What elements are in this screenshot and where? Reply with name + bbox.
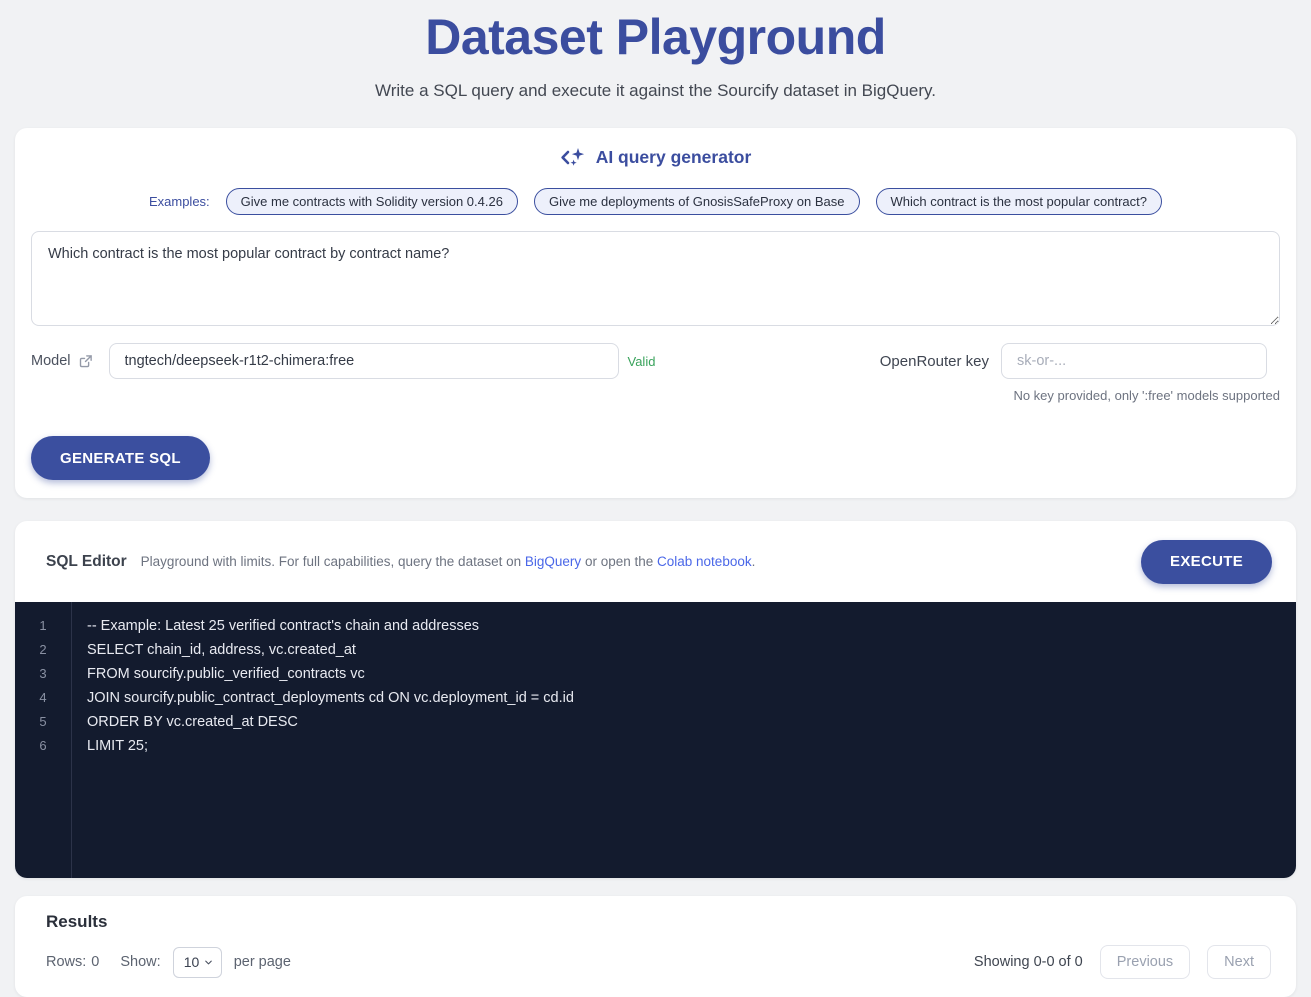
model-label: Model	[31, 353, 71, 369]
page-size-value: 10	[184, 954, 200, 970]
openrouter-key-label: OpenRouter key	[880, 353, 989, 370]
generator-header: AI query generator	[31, 147, 1280, 168]
code-lines: -- Example: Latest 25 verified contract'…	[72, 602, 574, 878]
line-number: 4	[15, 686, 71, 710]
per-page-label: per page	[234, 954, 291, 970]
line-number: 6	[15, 734, 71, 758]
show-label: Show:	[120, 954, 160, 970]
page-subtitle: Write a SQL query and execute it against…	[0, 81, 1311, 101]
code-line: FROM sourcify.public_verified_contracts …	[87, 662, 574, 686]
key-helper-text: No key provided, only ':free' models sup…	[31, 388, 1280, 403]
external-link-icon[interactable]	[78, 354, 93, 369]
sql-editor-title: SQL Editor	[46, 553, 127, 571]
sql-editor-description: Playground with limits. For full capabil…	[141, 554, 756, 569]
example-pill-popular-contract[interactable]: Which contract is the most popular contr…	[876, 188, 1163, 215]
previous-page-button[interactable]: Previous	[1100, 945, 1190, 979]
line-number: 3	[15, 662, 71, 686]
showing-range-text: Showing 0-0 of 0	[974, 954, 1083, 970]
description-middle: or open the	[585, 554, 653, 569]
sql-editor-header: SQL Editor Playground with limits. For f…	[15, 521, 1296, 602]
model-row: Model Valid OpenRouter key	[31, 343, 1280, 379]
generate-sql-button[interactable]: GENERATE SQL	[31, 436, 210, 480]
model-input[interactable]	[109, 343, 619, 379]
generator-title: AI query generator	[596, 147, 752, 168]
example-pill-solidity-version[interactable]: Give me contracts with Solidity version …	[226, 188, 518, 215]
line-number-gutter: 1 2 3 4 5 6	[15, 602, 72, 878]
code-line: SELECT chain_id, address, vc.created_at	[87, 638, 574, 662]
description-prefix: Playground with limits. For full capabil…	[141, 554, 521, 569]
line-number: 5	[15, 710, 71, 734]
model-status-valid: Valid	[628, 354, 656, 369]
line-number: 1	[15, 614, 71, 638]
results-card: Results Rows: 0 Show: 10 per page Showin…	[15, 896, 1296, 997]
prompt-input[interactable]: Which contract is the most popular contr…	[31, 231, 1280, 326]
page-title: Dataset Playground	[0, 8, 1311, 66]
line-number: 2	[15, 638, 71, 662]
next-page-button[interactable]: Next	[1207, 945, 1271, 979]
code-line: JOIN sourcify.public_contract_deployment…	[87, 686, 574, 710]
results-controls: Rows: 0 Show: 10 per page Showing 0-0 of…	[46, 945, 1271, 979]
examples-label: Examples:	[149, 194, 210, 209]
example-pill-gnosissafeproxy[interactable]: Give me deployments of GnosisSafeProxy o…	[534, 188, 860, 215]
page-size-select[interactable]: 10	[173, 947, 222, 978]
sql-code-editor[interactable]: 1 2 3 4 5 6 -- Example: Latest 25 verifi…	[15, 602, 1296, 878]
code-line: ORDER BY vc.created_at DESC	[87, 710, 574, 734]
bigquery-link[interactable]: BigQuery	[525, 554, 581, 569]
rows-label: Rows:	[46, 954, 86, 970]
colab-notebook-link[interactable]: Colab notebook	[657, 554, 752, 569]
chevron-down-icon	[203, 957, 214, 968]
openrouter-key-input[interactable]	[1001, 343, 1267, 379]
execute-button[interactable]: EXECUTE	[1141, 540, 1272, 584]
examples-row: Examples: Give me contracts with Solidit…	[31, 188, 1280, 215]
ai-query-generator-card: AI query generator Examples: Give me con…	[15, 128, 1296, 498]
description-suffix: .	[752, 554, 756, 569]
code-line: LIMIT 25;	[87, 734, 574, 758]
results-title: Results	[46, 912, 1271, 932]
code-line: -- Example: Latest 25 verified contract'…	[87, 614, 574, 638]
code-sparkle-icon	[560, 147, 587, 168]
sql-editor-card: SQL Editor Playground with limits. For f…	[15, 521, 1296, 878]
rows-count: 0	[91, 954, 99, 970]
